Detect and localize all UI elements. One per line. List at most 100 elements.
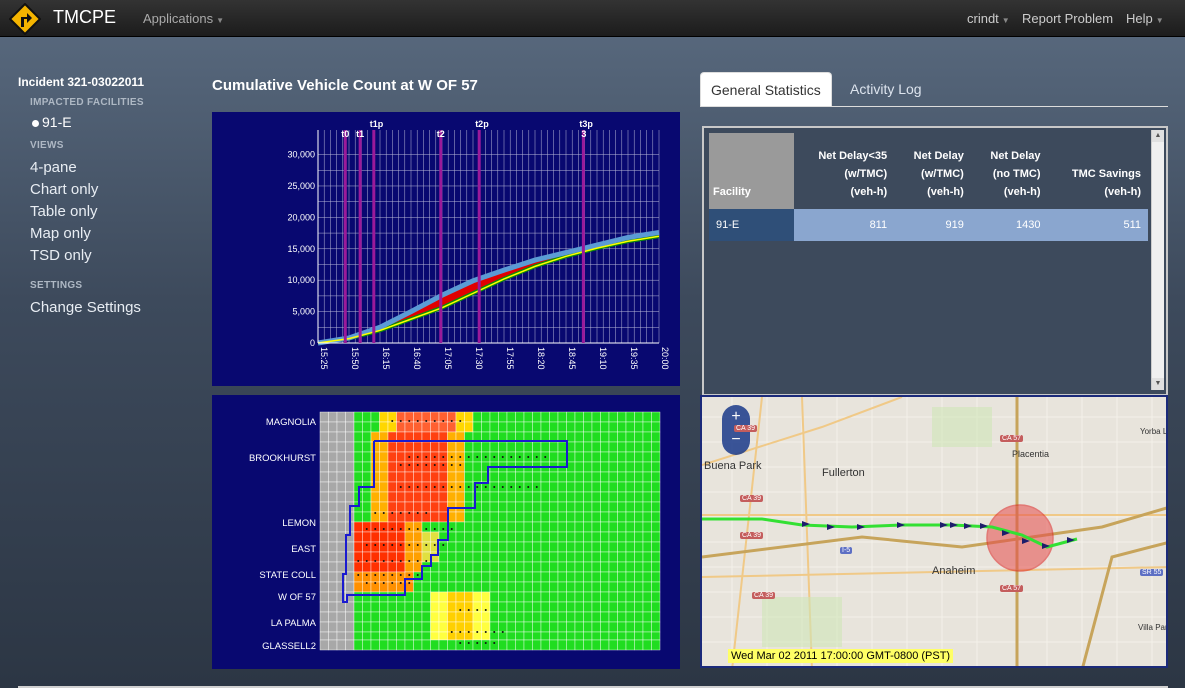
tsd-cell bbox=[498, 631, 508, 641]
col-facility[interactable]: Facility bbox=[709, 133, 794, 209]
view-map-only[interactable]: Map only bbox=[30, 225, 91, 242]
tsd-dot bbox=[459, 631, 462, 633]
tsd-cell bbox=[566, 531, 576, 543]
tsd-cell bbox=[574, 461, 584, 473]
tsd-cell bbox=[353, 451, 363, 463]
cumulative-count-chart[interactable]: 30,000 25,000 20,000 15,000 10,000 5,000 0 15:2… bbox=[212, 112, 680, 386]
tsd-cell bbox=[608, 639, 618, 651]
tsd-panel[interactable]: MAGNOLIA BROOKHURST LEMON EAST STATE COLL W O… bbox=[212, 395, 680, 669]
tsd-cell bbox=[583, 501, 593, 513]
col-net-delay-tmc[interactable]: Net Delay (w/TMC) (veh-h) bbox=[894, 133, 971, 209]
tsd-cell bbox=[328, 639, 338, 651]
tsd-cell bbox=[447, 551, 457, 563]
tsd-cell bbox=[642, 631, 652, 641]
tsd-cell bbox=[625, 551, 635, 563]
tsd-cell bbox=[600, 621, 610, 633]
tsd-cell bbox=[523, 411, 533, 423]
tsd-cell bbox=[447, 541, 457, 553]
tsd-cell bbox=[498, 491, 508, 503]
tsd-cell bbox=[591, 441, 601, 453]
tsd-cell bbox=[617, 639, 627, 651]
tsd-cell bbox=[489, 561, 499, 573]
x-tick-label: 19:35 bbox=[629, 347, 639, 370]
logo-icon[interactable] bbox=[9, 3, 41, 35]
tsd-cell bbox=[583, 631, 593, 641]
tsd-dot bbox=[399, 574, 402, 576]
col-net-delay-no-tmc[interactable]: Net Delay (no TMC) (veh-h) bbox=[971, 133, 1048, 209]
view-table-only[interactable]: Table only bbox=[30, 203, 98, 220]
tsd-cell bbox=[540, 421, 550, 433]
tsd-cell bbox=[566, 521, 576, 533]
zoom-out-icon[interactable]: − bbox=[727, 431, 745, 449]
tsd-cell bbox=[591, 611, 601, 623]
tsd-cell bbox=[472, 411, 482, 423]
zoom-in-icon[interactable]: + bbox=[727, 408, 745, 426]
tsd-dot bbox=[450, 528, 453, 530]
applications-menu[interactable]: Applications ▼ bbox=[143, 11, 224, 26]
col-net-delay-35[interactable]: Net Delay<35 (w/TMC) (veh-h) bbox=[794, 133, 894, 209]
tsd-cell bbox=[600, 601, 610, 613]
tsd-cell bbox=[387, 639, 397, 651]
help-menu[interactable]: Help ▼ bbox=[1126, 11, 1164, 26]
tsd-dot bbox=[527, 456, 530, 458]
tsd-cell bbox=[489, 411, 499, 423]
brand-name[interactable]: TMCPE bbox=[53, 7, 116, 28]
tsd-cell bbox=[574, 521, 584, 533]
tsd-cell bbox=[625, 501, 635, 513]
scroll-down-icon[interactable]: ▼ bbox=[1152, 378, 1164, 390]
tsd-cell bbox=[362, 451, 372, 463]
top-navbar: TMCPE Applications ▼ crindt ▼ Report Probl… bbox=[0, 0, 1185, 37]
report-problem-link[interactable]: Report Problem bbox=[1022, 11, 1113, 26]
tsd-cell bbox=[370, 639, 380, 651]
tsd-dot bbox=[501, 631, 504, 633]
tsd-cell bbox=[421, 471, 431, 483]
tsd-cell bbox=[336, 541, 346, 553]
tsd-svg: MAGNOLIA BROOKHURST LEMON EAST STATE COLL W O… bbox=[249, 411, 661, 652]
tsd-cell bbox=[498, 639, 508, 651]
tsd-cell bbox=[421, 521, 431, 533]
tsd-cell bbox=[336, 601, 346, 613]
tsd-cell bbox=[651, 561, 661, 573]
tsd-dot bbox=[408, 464, 411, 466]
tab-general-statistics[interactable]: General Statistics bbox=[700, 72, 832, 106]
y-tick-label: 0 bbox=[310, 338, 315, 348]
tsd-cell bbox=[362, 501, 372, 513]
tsd-cell bbox=[430, 621, 440, 633]
tsd-cell bbox=[464, 551, 474, 563]
tsd-cell bbox=[447, 581, 457, 593]
tsd-cell bbox=[430, 491, 440, 503]
tsd-cell bbox=[515, 561, 525, 573]
tsd-cell bbox=[472, 511, 482, 523]
view-tsd-only[interactable]: TSD only bbox=[30, 247, 92, 264]
tsd-cell bbox=[472, 551, 482, 563]
tsd-cell bbox=[532, 631, 542, 641]
tsd-dot bbox=[391, 512, 394, 514]
tsd-cell bbox=[515, 541, 525, 553]
tsd-cell bbox=[472, 631, 482, 641]
place-label: Villa Park bbox=[1138, 623, 1168, 632]
tsd-cell bbox=[379, 601, 389, 613]
tsd-cell bbox=[370, 541, 380, 553]
map-panel[interactable]: + − Buena Park Fullerton Placentia Anahe… bbox=[700, 395, 1168, 668]
facility-radio-91e[interactable]: 91-E bbox=[32, 114, 72, 130]
tsd-cell bbox=[583, 521, 593, 533]
tsd-cell bbox=[379, 421, 389, 433]
tsd-dot bbox=[535, 456, 538, 458]
view-chart-only[interactable]: Chart only bbox=[30, 181, 98, 198]
tsd-cell bbox=[421, 611, 431, 623]
marker-label: t2p bbox=[475, 119, 489, 129]
tsd-cell bbox=[498, 601, 508, 613]
col-tmc-savings[interactable]: TMC Savings (veh-h) bbox=[1048, 133, 1148, 209]
x-tick-label: 18:45 bbox=[567, 347, 577, 370]
tab-activity-log[interactable]: Activity Log bbox=[840, 72, 932, 105]
tsd-dot bbox=[484, 609, 487, 611]
table-scrollbar[interactable]: ▲ ▼ bbox=[1151, 130, 1164, 390]
tsd-station-label: BROOKHURST bbox=[249, 453, 316, 464]
change-settings-link[interactable]: Change Settings bbox=[30, 299, 141, 316]
table-row[interactable]: 91-E 811 919 1430 511 bbox=[709, 209, 1148, 241]
user-menu[interactable]: crindt ▼ bbox=[967, 11, 1010, 26]
tsd-cell bbox=[617, 421, 627, 433]
view-4-pane[interactable]: 4-pane bbox=[30, 159, 77, 176]
scroll-up-icon[interactable]: ▲ bbox=[1152, 130, 1164, 142]
tsd-cell bbox=[438, 561, 448, 573]
